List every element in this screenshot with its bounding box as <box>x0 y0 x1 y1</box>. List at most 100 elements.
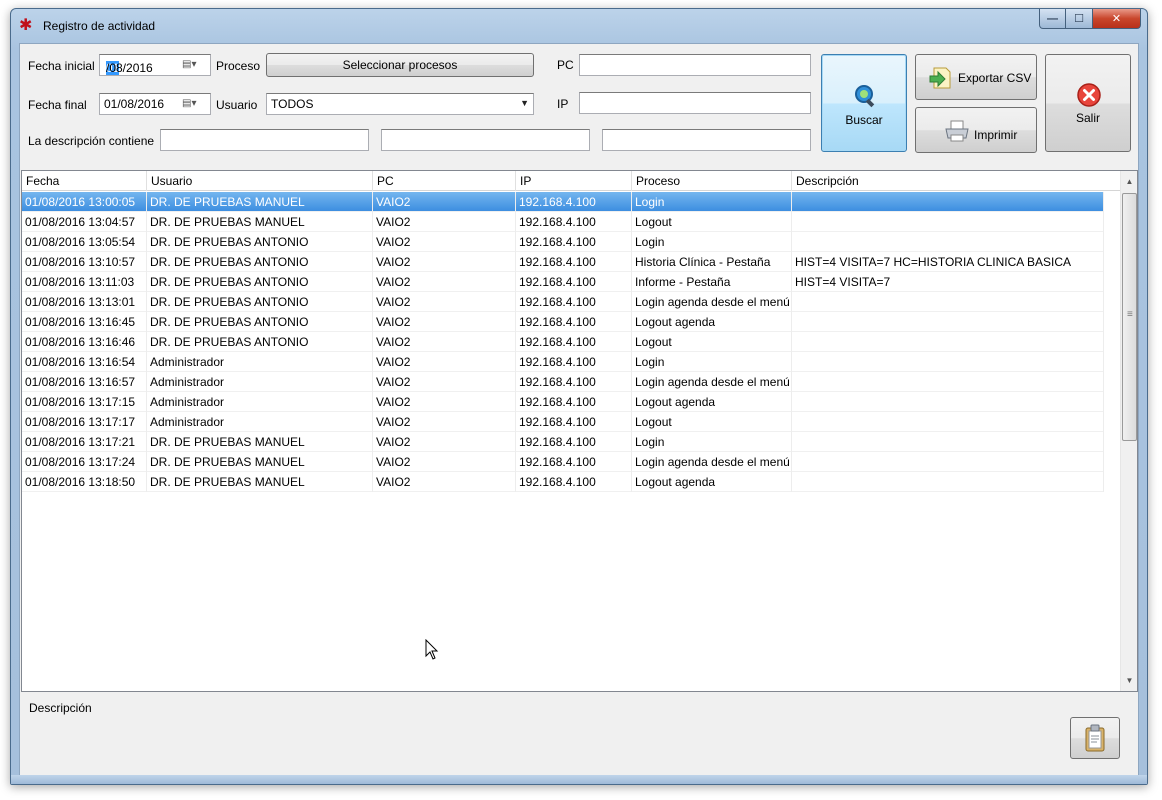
table-cell: 01/08/2016 13:16:46 <box>22 332 147 352</box>
table-cell: Logout agenda <box>632 392 792 412</box>
clipboard-button[interactable] <box>1070 717 1120 759</box>
window-bottom-border <box>11 775 1147 784</box>
maximize-button[interactable]: ☐ <box>1066 9 1093 29</box>
table-cell: Administrador <box>147 412 373 432</box>
table-row[interactable]: 01/08/2016 13:16:46 DR. DE PRUEBAS ANTONI… <box>22 332 1104 352</box>
table-row[interactable]: 01/08/2016 13:16:54 Administrador VAIO2 192… <box>22 352 1104 372</box>
close-window-button[interactable]: ✕ <box>1093 9 1141 29</box>
vertical-scrollbar[interactable]: ▲ ≡ ▼ <box>1120 171 1137 691</box>
mouse-cursor-icon <box>425 639 439 660</box>
table-cell: 192.168.4.100 <box>516 372 632 392</box>
table-cell: VAIO2 <box>373 412 516 432</box>
table-row[interactable]: 01/08/2016 13:17:24 DR. DE PRUEBAS MANUEL… <box>22 452 1104 472</box>
table-cell: Login agenda desde el menú <box>632 372 792 392</box>
table-cell: VAIO2 <box>373 292 516 312</box>
table-cell: 192.168.4.100 <box>516 192 632 212</box>
table-row[interactable]: 01/08/2016 13:00:05 DR. DE PRUEBAS MANUEL… <box>22 192 1104 212</box>
minimize-button[interactable]: — <box>1039 9 1066 29</box>
table-cell: VAIO2 <box>373 192 516 212</box>
fecha-inicial-rest: /08/2016 <box>106 61 153 75</box>
column-header[interactable]: PC <box>373 171 516 191</box>
table-cell: 192.168.4.100 <box>516 332 632 352</box>
table-cell: 01/08/2016 13:17:15 <box>22 392 147 412</box>
table-cell: 192.168.4.100 <box>516 412 632 432</box>
column-header[interactable]: Proceso <box>632 171 792 191</box>
table-cell: VAIO2 <box>373 372 516 392</box>
descripcion-input-3[interactable] <box>602 129 811 151</box>
table-cell <box>792 232 1104 252</box>
table-cell: VAIO2 <box>373 312 516 332</box>
table-row[interactable]: 01/08/2016 13:10:57 DR. DE PRUEBAS ANTONI… <box>22 252 1104 272</box>
usuario-label: Usuario <box>216 98 258 112</box>
table-cell: 192.168.4.100 <box>516 212 632 232</box>
calendar-dropdown-icon[interactable]: ▤▾ <box>182 59 204 71</box>
table-cell: 192.168.4.100 <box>516 272 632 292</box>
table-cell: Login <box>632 432 792 452</box>
caption-buttons: — ☐ ✕ <box>1039 9 1141 29</box>
table-row[interactable]: 01/08/2016 13:11:03 DR. DE PRUEBAS ANTONI… <box>22 272 1104 292</box>
table-row[interactable]: 01/08/2016 13:17:17 Administrador VAIO2 192… <box>22 412 1104 432</box>
table-cell: DR. DE PRUEBAS MANUEL <box>147 192 373 212</box>
table-cell: VAIO2 <box>373 452 516 472</box>
table-cell: Logout <box>632 412 792 432</box>
fecha-final-value: 01/08/2016 <box>104 97 165 111</box>
table-cell: Logout <box>632 332 792 352</box>
table-row[interactable]: 01/08/2016 13:13:01 DR. DE PRUEBAS ANTONI… <box>22 292 1104 312</box>
scroll-up-arrow[interactable]: ▲ <box>1121 173 1137 190</box>
table-row[interactable]: 01/08/2016 13:04:57 DR. DE PRUEBAS MANUEL… <box>22 212 1104 232</box>
main-window: ✱ Registro de actividad — ☐ ✕ Fecha inic… <box>10 8 1148 785</box>
table-row[interactable]: 01/08/2016 13:16:57 Administrador VAIO2 192… <box>22 372 1104 392</box>
search-icon <box>855 85 875 108</box>
chevron-down-icon[interactable]: ▼ <box>520 98 529 108</box>
table-cell <box>792 312 1104 332</box>
table-cell: VAIO2 <box>373 332 516 352</box>
table-cell <box>792 292 1104 312</box>
table-row[interactable]: 01/08/2016 13:17:15 Administrador VAIO2 192… <box>22 392 1104 412</box>
table-cell: DR. DE PRUEBAS ANTONIO <box>147 312 373 332</box>
activity-table[interactable]: Fecha Usuario PC IP Proceso Descripción 01/08… <box>21 170 1138 692</box>
table-row[interactable]: 01/08/2016 13:18:50 DR. DE PRUEBAS MANUEL… <box>22 472 1104 492</box>
ip-input[interactable] <box>579 92 811 114</box>
exportar-csv-label: Exportar CSV <box>958 71 1032 85</box>
seleccionar-procesos-button[interactable]: Seleccionar procesos <box>266 53 534 77</box>
table-cell: Historia Clínica - Pestaña <box>632 252 792 272</box>
scroll-down-arrow[interactable]: ▼ <box>1121 672 1137 689</box>
fecha-final-picker[interactable]: 01/08/2016 ▤▾ <box>99 93 211 115</box>
table-cell: Login <box>632 352 792 372</box>
fecha-inicial-label: Fecha inicial <box>28 59 95 73</box>
scroll-thumb[interactable]: ≡ <box>1122 193 1137 441</box>
exportar-csv-button[interactable]: Exportar CSV <box>915 54 1037 100</box>
table-row[interactable]: 01/08/2016 13:17:21 DR. DE PRUEBAS MANUEL… <box>22 432 1104 452</box>
descripcion-input-2[interactable] <box>381 129 590 151</box>
imprimir-button[interactable]: Imprimir <box>915 107 1037 153</box>
usuario-combobox[interactable]: TODOS ▼ <box>266 93 534 115</box>
description-panel: Descripción <box>21 692 1138 776</box>
table-row[interactable]: 01/08/2016 13:05:54 DR. DE PRUEBAS ANTONI… <box>22 232 1104 252</box>
table-cell: VAIO2 <box>373 392 516 412</box>
buscar-button[interactable]: Buscar <box>821 54 907 152</box>
table-cell: VAIO2 <box>373 272 516 292</box>
export-file-icon <box>929 67 951 89</box>
salir-button[interactable]: Salir <box>1045 54 1131 152</box>
table-cell: Logout <box>632 212 792 232</box>
column-header[interactable]: IP <box>516 171 632 191</box>
fecha-inicial-picker[interactable]: 01/08/2016 ▤▾ <box>99 54 211 76</box>
table-cell: Logout agenda <box>632 312 792 332</box>
title-bar[interactable]: ✱ Registro de actividad — ☐ ✕ <box>11 9 1147 43</box>
table-cell <box>792 472 1104 492</box>
table-cell: 192.168.4.100 <box>516 452 632 472</box>
descripcion-input-1[interactable] <box>160 129 369 151</box>
table-header: Fecha Usuario PC IP Proceso Descripción <box>22 171 1121 191</box>
pc-input[interactable] <box>579 54 811 76</box>
table-cell: Administrador <box>147 372 373 392</box>
column-header[interactable]: Usuario <box>147 171 373 191</box>
table-cell: 01/08/2016 13:17:21 <box>22 432 147 452</box>
table-cell: 192.168.4.100 <box>516 252 632 272</box>
printer-icon <box>945 120 969 142</box>
table-cell: 192.168.4.100 <box>516 292 632 312</box>
column-header[interactable]: Fecha <box>22 171 147 191</box>
column-header[interactable]: Descripción <box>792 171 1121 191</box>
ip-label: IP <box>557 97 569 111</box>
table-row[interactable]: 01/08/2016 13:16:45 DR. DE PRUEBAS ANTONI… <box>22 312 1104 332</box>
calendar-dropdown-icon[interactable]: ▤▾ <box>182 98 204 110</box>
